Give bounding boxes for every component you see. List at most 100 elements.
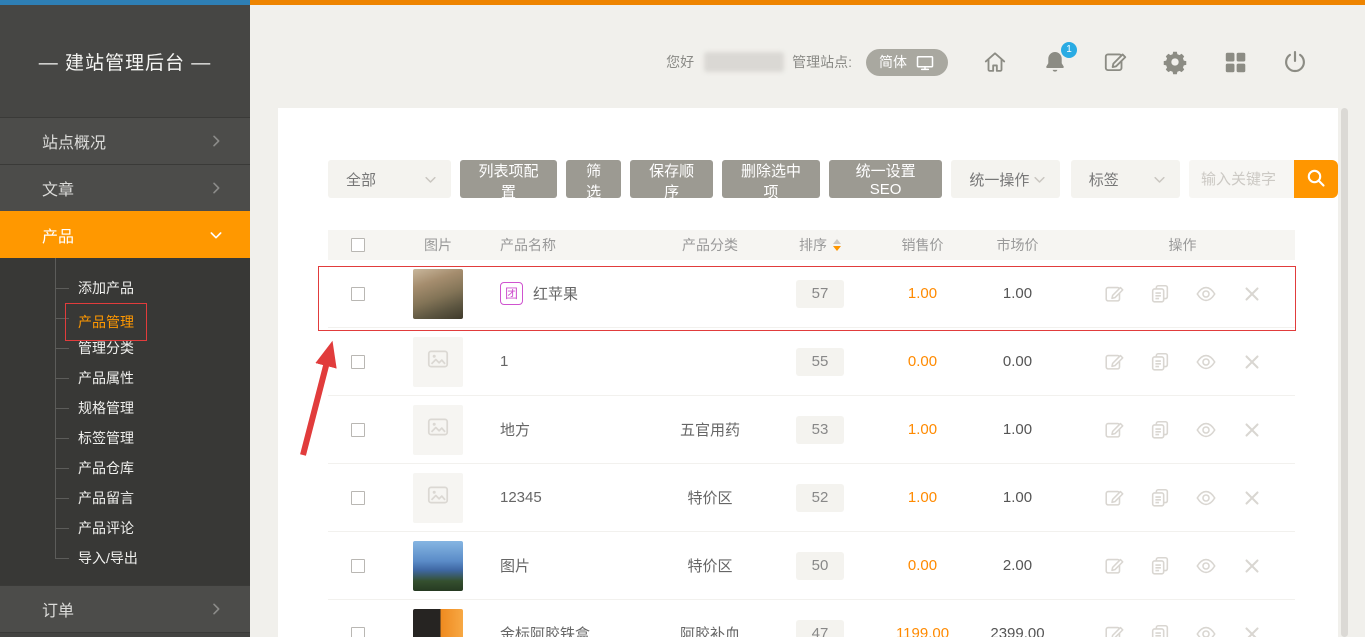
sidebar-subitem-label: 标签管理	[78, 430, 134, 446]
sidebar-subitem-product-warehouse[interactable]: 产品仓库	[0, 453, 250, 483]
sale-price: 1199.00	[896, 625, 949, 637]
category-filter-dropdown[interactable]: 全部	[328, 160, 451, 198]
delete-icon[interactable]	[1241, 623, 1263, 637]
copy-icon[interactable]	[1149, 419, 1171, 441]
sale-price: 0.00	[908, 353, 937, 370]
sidebar-subitem-add-product[interactable]: 添加产品	[0, 273, 250, 303]
sidebar-subitem-import-export[interactable]: 导入/导出	[0, 543, 250, 573]
row-checkbox[interactable]	[351, 491, 365, 505]
column-header-1: 图片	[388, 235, 488, 255]
view-icon[interactable]	[1195, 351, 1217, 373]
sidebar-subitem-tag-management[interactable]: 标签管理	[0, 423, 250, 453]
sidebar-subitem-product-messages[interactable]: 产品留言	[0, 483, 250, 513]
sort-value-input[interactable]: 53	[796, 416, 844, 444]
copy-icon[interactable]	[1149, 555, 1171, 577]
search-icon	[1304, 166, 1328, 193]
chevron-right-icon	[208, 601, 224, 617]
cell-category: 阿胶补血	[660, 623, 760, 637]
view-icon[interactable]	[1195, 623, 1217, 637]
filter-button[interactable]: 筛选	[566, 160, 621, 198]
view-icon[interactable]	[1195, 555, 1217, 577]
search-button[interactable]	[1294, 160, 1338, 198]
row-checkbox[interactable]	[351, 355, 365, 369]
copy-icon[interactable]	[1149, 623, 1171, 637]
edit-icon[interactable]	[1103, 555, 1125, 577]
column-header-4[interactable]: 排序	[760, 235, 880, 255]
edit-icon[interactable]	[1103, 419, 1125, 441]
sort-value-input[interactable]: 55	[796, 348, 844, 376]
row-checkbox[interactable]	[351, 559, 365, 573]
row-checkbox[interactable]	[351, 287, 365, 301]
sort-value-input[interactable]: 52	[796, 484, 844, 512]
product-thumbnail-forest-photo	[413, 269, 463, 319]
delete-icon[interactable]	[1241, 555, 1263, 577]
batch-seo-button[interactable]: 统一设置SEO	[829, 160, 943, 198]
power-icon[interactable]	[1282, 49, 1308, 75]
batch-operation-dropdown[interactable]: 统一操作	[951, 160, 1059, 198]
compose-icon[interactable]	[1102, 49, 1128, 75]
sidebar-subitem-product-reviews[interactable]: 产品评论	[0, 513, 250, 543]
sort-value-input[interactable]: 47	[796, 620, 844, 637]
sort-asc-icon[interactable]	[833, 239, 841, 244]
sidebar-item-products[interactable]: 产品	[0, 211, 250, 258]
edit-icon[interactable]	[1103, 283, 1125, 305]
edit-icon[interactable]	[1103, 623, 1125, 637]
save-order-button[interactable]: 保存顺序	[630, 160, 713, 198]
search-input[interactable]	[1189, 160, 1294, 198]
sidebar-subitem-product-management[interactable]: 产品管理	[0, 303, 250, 333]
app-title: — 建站管理后台 —	[0, 5, 250, 117]
cell-sale-price: 1.00	[880, 489, 965, 507]
tag-dropdown[interactable]: 标签	[1071, 160, 1180, 198]
view-icon[interactable]	[1195, 283, 1217, 305]
view-icon[interactable]	[1195, 487, 1217, 509]
chevron-down-icon	[1152, 172, 1167, 187]
product-table: 图片产品名称产品分类排序销售价市场价操作 团红苹果571.001.001550.…	[328, 230, 1295, 637]
copy-icon[interactable]	[1149, 351, 1171, 373]
sort-carets-icon[interactable]	[833, 239, 841, 251]
row-checkbox[interactable]	[351, 627, 365, 637]
language-pill-label: 简体	[879, 52, 907, 72]
sidebar-subitem-product-attributes[interactable]: 产品属性	[0, 363, 250, 393]
home-icon[interactable]	[982, 49, 1008, 75]
delete-selected-button[interactable]: 删除选中项	[722, 160, 820, 198]
cell-image	[388, 609, 488, 637]
view-icon[interactable]	[1195, 419, 1217, 441]
delete-icon[interactable]	[1241, 351, 1263, 373]
sidebar-subitem-label: 产品留言	[78, 490, 134, 506]
sort-desc-icon[interactable]	[833, 246, 841, 251]
product-name: 图片	[500, 555, 530, 576]
language-site-pill[interactable]: 简体	[866, 49, 948, 76]
sidebar-item-articles[interactable]: 文章	[0, 164, 250, 211]
apps-grid-icon[interactable]	[1222, 49, 1248, 75]
sidebar-subitem-spec-management[interactable]: 规格管理	[0, 393, 250, 423]
sidebar-item-orders[interactable]: 订单	[0, 585, 250, 632]
product-category: 特价区	[687, 558, 732, 575]
edit-icon[interactable]	[1103, 487, 1125, 509]
bell-icon[interactable]: 1	[1042, 49, 1068, 75]
delete-icon[interactable]	[1241, 283, 1263, 305]
chevron-down-icon	[423, 172, 438, 187]
chevron-right-icon	[208, 133, 224, 149]
cell-image	[388, 269, 488, 319]
gear-icon[interactable]	[1162, 49, 1188, 75]
delete-icon[interactable]	[1241, 487, 1263, 509]
edit-icon[interactable]	[1103, 351, 1125, 373]
scrollbar-thumb[interactable]	[1341, 108, 1348, 637]
delete-icon[interactable]	[1241, 419, 1263, 441]
cell-sale-price: 1199.00	[880, 625, 965, 637]
copy-icon[interactable]	[1149, 283, 1171, 305]
product-thumbnail-placeholder	[413, 337, 463, 387]
manage-site-label: 管理站点:	[792, 52, 852, 72]
cell-name: 团红苹果	[488, 282, 660, 305]
table-header-row: 图片产品名称产品分类排序销售价市场价操作	[328, 230, 1295, 260]
sidebar-item-site-overview[interactable]: 站点概况	[0, 117, 250, 164]
product-category: 阿胶补血	[680, 626, 740, 637]
copy-icon[interactable]	[1149, 487, 1171, 509]
sort-value-input[interactable]: 50	[796, 552, 844, 580]
cell-name: 图片	[488, 555, 660, 576]
market-price: 2.00	[1003, 557, 1032, 574]
list-config-button[interactable]: 列表项配置	[460, 160, 558, 198]
row-checkbox[interactable]	[351, 423, 365, 437]
select-all-checkbox[interactable]	[351, 238, 365, 252]
sort-value-input[interactable]: 57	[796, 280, 844, 308]
